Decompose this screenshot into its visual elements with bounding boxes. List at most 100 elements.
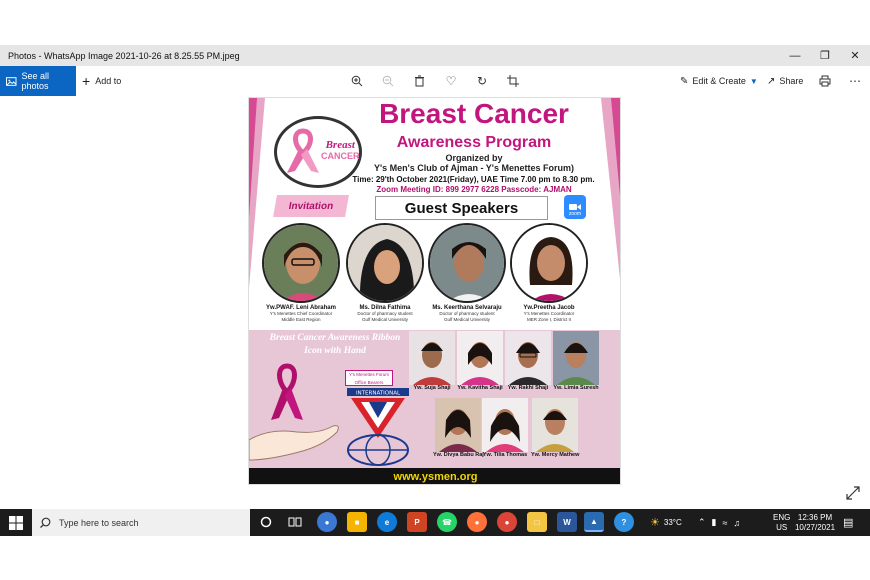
store-icon[interactable]: ■ (347, 512, 367, 532)
website-footer: www.ysmen.org (249, 468, 620, 484)
powerpoint-icon[interactable]: P (407, 512, 427, 532)
edge-icon[interactable]: e (377, 512, 397, 532)
edit-create-label: Edit & Create (692, 76, 746, 86)
clock[interactable]: 12:36 PM 10/27/2021 (794, 509, 836, 536)
video-camera-icon (569, 204, 581, 210)
member-photo (553, 331, 599, 385)
ysmen-emblem-icon: INTERNATIONAL (347, 388, 409, 466)
title-bar: Photos - WhatsApp Image 2021-10-26 at 8.… (0, 45, 870, 66)
windows-start-icon[interactable] (6, 513, 26, 533)
invitation-badge: Invitation (273, 195, 349, 217)
globe-app-icon[interactable]: ● (317, 512, 337, 532)
ribbon-hand-title-line1: Breast Cancer Awareness Ribbon (269, 333, 401, 343)
word-icon[interactable]: W (557, 512, 577, 532)
chevron-down-icon: ▼ (749, 76, 758, 86)
language-indicator[interactable]: ENG US (773, 509, 790, 536)
member-photo (435, 398, 482, 452)
member-name: Yw. Mercy Mathew (531, 452, 580, 458)
speaker-card: Ms. Dilna Fathima Doctor of pharmacy stu… (345, 223, 425, 323)
photo-viewer-image: Breast CANCER Breast Cancer Awareness Pr… (248, 97, 621, 485)
add-to-button[interactable]: + Add to (82, 66, 121, 96)
weather-sun-icon: ☀ (650, 517, 660, 529)
weather-temperature: 33°C (663, 518, 682, 527)
zoom-in-icon[interactable] (348, 72, 366, 90)
help-icon[interactable]: ? (614, 512, 634, 532)
member-photo (482, 398, 528, 452)
member-card: Yw. Suja Shaji (409, 331, 455, 391)
more-options-icon[interactable]: ⋯ (846, 72, 864, 90)
forum-badge-line2: Office Bearers (354, 380, 384, 385)
see-all-label: See all photos (21, 71, 50, 91)
firefox-icon[interactable]: ● (467, 512, 487, 532)
chevron-up-icon[interactable]: ⌃ (698, 517, 706, 528)
file-explorer-icon[interactable]: □ (527, 512, 547, 532)
share-button[interactable]: ↗ Share (767, 66, 803, 96)
member-name: Yw. Kavitha Shaji (457, 385, 503, 391)
member-card: Yw. Mercy Mathew (531, 398, 579, 458)
member-name: Yw. Limia Suresh (553, 385, 599, 391)
language-region: US (776, 522, 788, 532)
maximize-button[interactable]: ❐ (810, 45, 840, 66)
edit-create-button[interactable]: ✎ Edit & Create ▼ (680, 66, 758, 96)
member-photo (409, 331, 455, 385)
add-to-label: Add to (95, 76, 122, 86)
delete-icon[interactable] (410, 72, 428, 90)
favorite-icon[interactable]: ♡ (442, 72, 460, 90)
member-name: Yw. Divya Babu Raj (433, 452, 484, 458)
member-photo (532, 398, 579, 452)
weather-widget[interactable]: ☀ 33°C (650, 509, 682, 536)
taskbar-search-input[interactable]: Type here to search (32, 509, 250, 536)
speaker-role: Gulf Medical University (443, 317, 490, 322)
zoom-logo-icon: zoom (564, 195, 586, 219)
speaker-photo (510, 223, 588, 303)
clock-date: 10/27/2021 (794, 522, 836, 532)
close-button[interactable]: ✕ (840, 45, 870, 66)
photos-app-icon[interactable]: ▲ (584, 512, 604, 532)
speaker-role: Gulf Medical University (361, 317, 408, 322)
minimize-button[interactable]: — (780, 45, 810, 66)
poster-subtitle: Awareness Program (396, 134, 552, 151)
share-label: Share (779, 76, 804, 86)
edit-icon: ✎ (680, 75, 689, 87)
notifications-icon[interactable]: ▤ (843, 509, 853, 536)
search-icon (40, 517, 51, 528)
share-icon: ↗ (767, 75, 776, 87)
logo-text-breast: Breast (325, 139, 355, 151)
window-title: Photos - WhatsApp Image 2021-10-26 at 8.… (8, 50, 240, 61)
print-icon[interactable] (816, 72, 834, 90)
ribbon-hand-icon (249, 363, 339, 461)
cortana-icon[interactable] (256, 512, 276, 532)
speaker-card: Ms. Keerthana Selvaraju Doctor of pharma… (427, 223, 507, 323)
invitation-label: Invitation (287, 200, 335, 212)
speaker-photo (428, 223, 506, 303)
chrome-icon[interactable]: ● (497, 512, 517, 532)
ribbon-hand-title: Breast Cancer Awareness Ribbon Icon with… (255, 332, 415, 358)
rotate-icon[interactable]: ↻ (473, 72, 491, 90)
volume-icon[interactable]: ♫ (733, 518, 740, 528)
zoom-logo-label: zoom (568, 211, 582, 217)
zoom-out-icon[interactable] (379, 72, 397, 90)
fullscreen-icon[interactable] (846, 486, 862, 502)
language-code: ENG (773, 512, 791, 522)
member-card: Yw. Divya Babu Raj (433, 398, 484, 458)
member-name: Yw. Tilia Thomas (482, 452, 528, 458)
see-all-photos-button[interactable]: See all photos (0, 66, 76, 96)
poster-title: Breast Cancer (379, 98, 569, 129)
wifi-icon[interactable]: ≈ (723, 518, 728, 528)
speaker-photo (262, 223, 340, 303)
speaker-photo (346, 223, 424, 303)
task-view-icon[interactable] (285, 512, 305, 532)
crop-icon[interactable] (504, 72, 522, 90)
member-card: Yw. Limia Suresh (553, 331, 599, 391)
photos-icon (6, 76, 17, 86)
organized-by-label: Organized by (445, 153, 503, 163)
battery-icon[interactable]: ▮ (712, 517, 717, 528)
member-card: Yw. Rakhi Shaji (505, 331, 551, 391)
emblem-label: INTERNATIONAL (356, 391, 401, 397)
search-placeholder: Type here to search (59, 517, 139, 528)
organizers-text: Y's Men's Club of Ajman - Y's Menettes F… (374, 163, 574, 173)
pink-ribbon-icon (287, 128, 319, 173)
forum-badge-line1: Y's Menettes Forum (348, 372, 390, 377)
whatsapp-icon[interactable]: ☎ (437, 512, 457, 532)
clock-time: 12:36 PM (797, 512, 833, 522)
